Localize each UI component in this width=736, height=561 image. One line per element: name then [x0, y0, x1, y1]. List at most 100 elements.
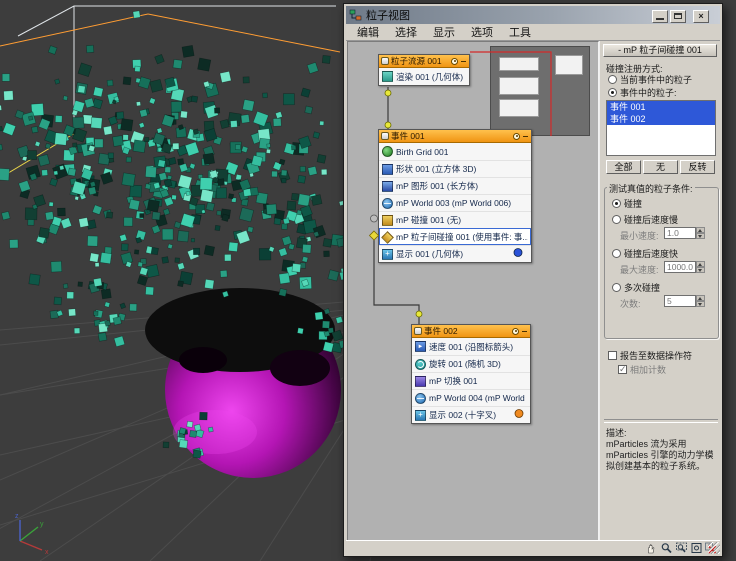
pan-tool-icon[interactable]	[645, 542, 658, 554]
count-input[interactable]: 5	[664, 295, 696, 307]
close-button[interactable]: ×	[693, 10, 709, 23]
display-toggle-icon[interactable]	[512, 327, 519, 335]
depot-panel	[490, 46, 590, 136]
report-to-data-operator-checkbox[interactable]	[608, 351, 617, 360]
display-toggle-icon[interactable]	[451, 57, 458, 65]
operator-row[interactable]: mP World 004 (mP World 006)	[412, 389, 530, 406]
operator-row[interactable]: mP 图形 001 (长方体)	[379, 177, 531, 194]
max-speed-spinner[interactable]: 1000.0	[664, 261, 705, 273]
menubar: 编辑 选择 显示 选项 工具	[346, 24, 720, 41]
none-button[interactable]: 无	[643, 160, 678, 174]
operator-row[interactable]: 速度 001 (沿图标箭头)	[412, 338, 530, 355]
radio-current-event-particles[interactable]	[608, 75, 617, 84]
operator-label: 显示 001 (几何体)	[396, 249, 464, 259]
event-icon	[414, 327, 422, 335]
operator-row[interactable]: mP 切换 001	[412, 372, 530, 389]
svg-text:x: x	[45, 549, 49, 556]
zoom-tool-icon[interactable]	[660, 542, 673, 554]
mp-world-icon	[415, 392, 426, 404]
operator-row[interactable]: 形状 001 (立方体 3D)	[379, 160, 531, 177]
list-item-event-002[interactable]: 事件 002	[607, 113, 715, 125]
shape-icon	[382, 163, 393, 175]
collapse-icon[interactable]	[521, 328, 528, 335]
min-speed-spinner[interactable]: 1.0	[664, 227, 705, 239]
depot-block[interactable]	[499, 99, 539, 117]
radio-label: 当前事件中的粒子	[620, 75, 693, 85]
radio-label: 碰撞后速度慢	[624, 215, 679, 225]
checkbox-label: 报告至数据操作符	[620, 351, 693, 361]
invert-button[interactable]: 反转	[680, 160, 715, 174]
display-toggle-icon[interactable]	[513, 132, 520, 140]
event-node-001[interactable]: 事件 001 Birth Grid 001 形状 001 (立方体 3D) mP…	[378, 129, 532, 263]
count-spinner[interactable]: 5	[664, 295, 705, 307]
operator-label: mP 粒子间碰撞 001 (使用事件: 事...	[396, 232, 528, 242]
wire-dot[interactable]	[384, 121, 392, 129]
spinner-arrows[interactable]	[696, 261, 705, 273]
svg-text:z: z	[15, 513, 19, 520]
input-connector[interactable]	[370, 214, 378, 223]
event-listbox[interactable]: 事件 001 事件 002	[606, 100, 716, 156]
zoom-region-icon[interactable]	[675, 542, 688, 554]
radio-fast-after-collision[interactable]	[612, 249, 621, 258]
radio-label: 多次碰撞	[624, 283, 661, 293]
collapse-icon[interactable]	[522, 133, 529, 140]
event-canvas[interactable]: 粒子流源 001 渲染 001 (几何体) 事件 001 Birth Grid …	[347, 41, 599, 542]
operator-row[interactable]: 旋转 001 (随机 3D)	[412, 355, 530, 372]
event-header[interactable]: 事件 002	[412, 325, 530, 338]
menu-edit[interactable]: 编辑	[349, 23, 387, 41]
event-title: 事件 001	[391, 131, 425, 141]
menu-options[interactable]: 选项	[463, 23, 501, 41]
max-speed-input[interactable]: 1000.0	[664, 261, 696, 273]
wire-dot[interactable]	[415, 310, 423, 318]
operator-row-selected[interactable]: mP 粒子间碰撞 001 (使用事件: 事...	[379, 228, 531, 245]
radio-slow-after-collision[interactable]	[612, 215, 621, 224]
checkbox-label: 相加计数	[630, 365, 667, 375]
radio-label: 碰撞	[624, 199, 643, 209]
min-speed-label: 最小速度:	[620, 231, 659, 241]
event-node-002[interactable]: 事件 002 速度 001 (沿图标箭头) 旋转 001 (随机 3D) mP …	[411, 324, 531, 424]
spinner-arrows[interactable]	[696, 227, 705, 239]
operator-row[interactable]: 显示 001 (几何体)	[379, 245, 531, 262]
add-count-checkbox[interactable]	[618, 364, 627, 375]
depot-block[interactable]	[499, 57, 539, 71]
all-button[interactable]: 全部	[606, 160, 641, 174]
event-header[interactable]: 事件 001	[379, 130, 531, 143]
resize-grip[interactable]	[708, 542, 720, 554]
minimize-button[interactable]	[652, 10, 668, 23]
mp-collision-icon	[382, 214, 393, 226]
operator-row[interactable]: Birth Grid 001	[379, 143, 531, 160]
radio-label: 事件中的粒子:	[620, 88, 677, 98]
collapse-icon[interactable]	[460, 58, 467, 65]
min-speed-input[interactable]: 1.0	[664, 227, 696, 239]
source-node-header[interactable]: 粒子流源 001	[379, 55, 469, 68]
list-item-event-001[interactable]: 事件 001	[607, 101, 715, 113]
operator-label: mP World 003 (mP World 006)	[396, 198, 512, 208]
window-titlebar[interactable]: 粒子视图 ×	[346, 6, 720, 24]
source-node-title: 粒子流源 001	[391, 56, 442, 66]
wire-dot[interactable]	[384, 89, 392, 97]
max-speed-label: 最大速度:	[620, 265, 659, 275]
depot-block[interactable]	[499, 77, 539, 95]
radio-multiple-collisions[interactable]	[612, 283, 621, 292]
depot-block[interactable]	[555, 55, 583, 75]
menu-tools[interactable]: 工具	[501, 23, 539, 41]
operator-row[interactable]: 显示 002 (十字叉)	[412, 406, 530, 423]
maximize-button[interactable]	[670, 10, 686, 23]
menu-select[interactable]: 选择	[387, 23, 425, 41]
zoom-extents-icon[interactable]	[690, 542, 703, 554]
radio-label: 碰撞后速度快	[624, 249, 679, 259]
operator-row[interactable]: 渲染 001 (几何体)	[379, 68, 469, 85]
operator-label: mP 图形 001 (长方体)	[396, 181, 479, 191]
source-node[interactable]: 粒子流源 001 渲染 001 (几何体)	[378, 54, 470, 86]
operator-label: 渲染 001 (几何体)	[396, 71, 464, 82]
test-conditions-label: 测试真值的粒子条件:	[607, 182, 695, 195]
menu-display[interactable]: 显示	[425, 23, 463, 41]
radio-event-particles[interactable]	[608, 88, 617, 97]
operator-row[interactable]: mP World 003 (mP World 006)	[379, 194, 531, 211]
operator-label: 速度 001 (沿图标箭头)	[429, 341, 514, 352]
radio-collision[interactable]	[612, 199, 621, 208]
rollout-title[interactable]: - mP 粒子间碰撞 001	[603, 44, 717, 57]
operator-row[interactable]: mP 碰撞 001 (无)	[379, 211, 531, 228]
spinner-arrows[interactable]	[696, 295, 705, 307]
render-icon	[382, 71, 393, 82]
